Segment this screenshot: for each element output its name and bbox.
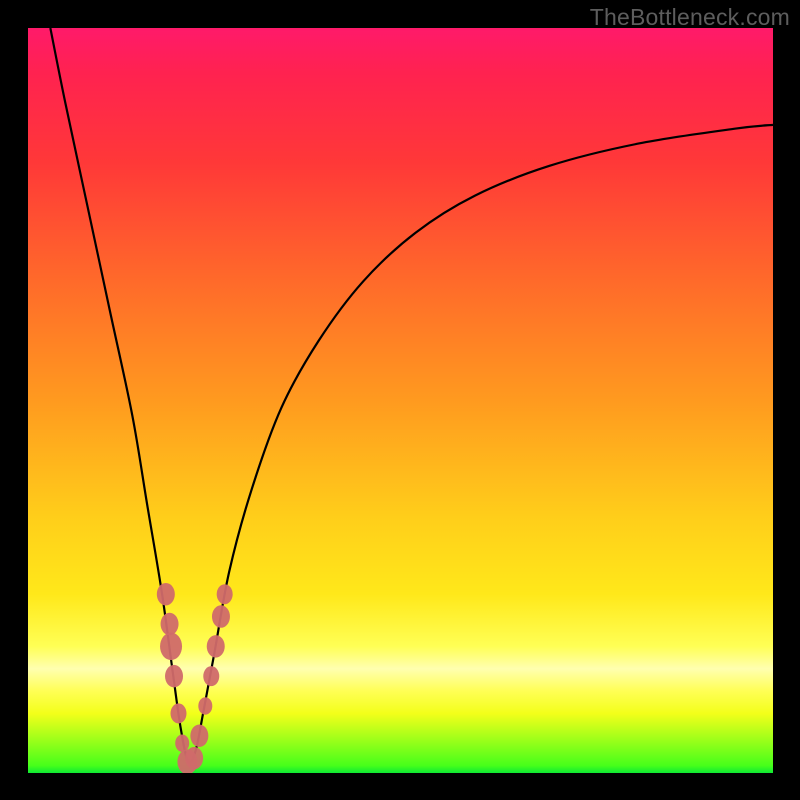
marker-dot [185,747,203,770]
marker-dot [217,584,233,604]
marker-dot [198,697,212,715]
marker-dot [160,633,182,661]
watermark-text: TheBottleneck.com [590,4,790,31]
marker-dot [207,635,225,658]
v-marker-cluster [157,583,233,773]
marker-dot [190,725,208,748]
marker-dot [165,665,183,688]
marker-dot [203,666,219,686]
marker-layer [28,28,773,773]
marker-dot [175,734,189,752]
marker-dot [161,613,179,636]
chart-outer-frame: TheBottleneck.com [0,0,800,800]
marker-dot [157,583,175,606]
marker-dot [212,605,230,628]
plot-area [28,28,773,773]
marker-dot [170,703,186,723]
